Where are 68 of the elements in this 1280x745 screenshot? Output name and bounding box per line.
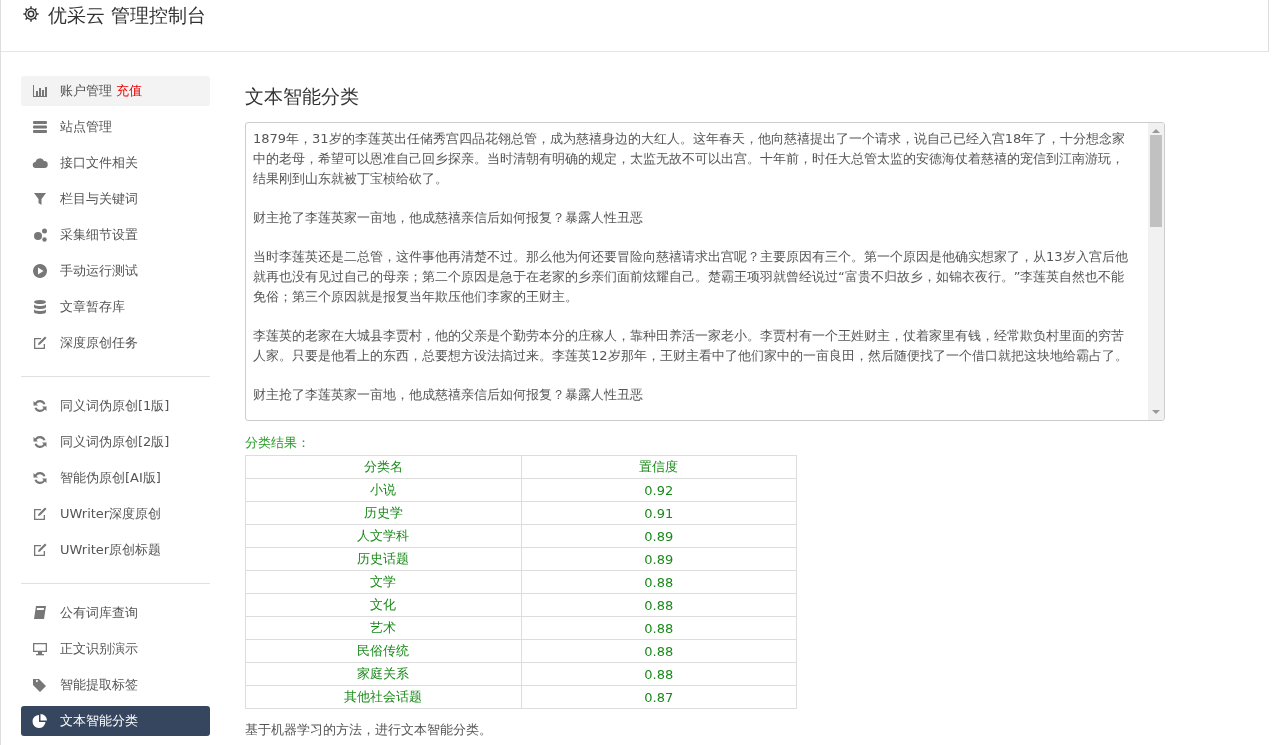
play-icon — [32, 263, 48, 279]
paragraph: 李莲英的老家在大城县李贾村，他的父亲是个勤劳本分的庄稼人，靠种田养活一家老小。李贾村有一个王姓财主，仗着家里有钱，经常欺负村里面的穷苦人家。只要是他看上的东西，总要想方设法搞过来。李莲英12岁那年，王财主看中了他们家中的一亩良田，然后随便找了一个借口就把这块地给霸占了。 — [253, 327, 1129, 365]
sidebar-item[interactable]: 文本智能分类 — [21, 706, 210, 736]
settings-icon — [22, 5, 40, 23]
sidebar-item[interactable]: 采集细节设置 — [21, 220, 210, 250]
refresh-icon — [32, 434, 48, 450]
cloud-upload-icon — [32, 155, 48, 171]
sidebar-item[interactable]: 文章暂存库 — [21, 292, 210, 322]
sidebar-item[interactable]: 正文识别演示 — [21, 634, 210, 664]
table-cell: 文化 — [245, 593, 521, 617]
table-cell: 小说 — [245, 478, 521, 502]
table-cell: 0.88 — [521, 662, 797, 686]
column-header: 分类名 — [245, 455, 521, 479]
table-cell: 艺术 — [245, 616, 521, 640]
table-cell: 民俗传统 — [245, 639, 521, 663]
server-icon — [32, 119, 48, 135]
sidebar-item[interactable]: 站点管理 — [21, 112, 210, 142]
table-cell: 0.92 — [521, 478, 797, 502]
console-title: 优采云 管理控制台 — [48, 3, 207, 27]
refresh-icon — [32, 470, 48, 486]
paragraph: 财主抢了李莲英家一亩地，他成慈禧亲信后如何报复？暴露人性丑恶 — [253, 209, 644, 227]
edit-icon — [32, 542, 48, 558]
paragraph: 当时李莲英还是二总管，这件事他再清楚不过。那么他为何还要冒险向慈禧请求出宫呢？主要原因有三个。第一个原因是他确实想家了，从13岁入宫后他就再也没有见过自己的母亲；第二个原因是急于在老家的乡亲们面前炫耀自己。楚霸王项羽就曾经说过“富贵不归故乡，如锦衣夜行。”李莲英自然也不能免俗；第三个原因就是报复当年欺压他们李家的王财主。 — [253, 248, 1129, 306]
table-cell: 0.88 — [521, 616, 797, 640]
recharge-link[interactable]: 充值 — [116, 82, 142, 100]
table-cell: 历史学 — [245, 501, 521, 525]
paragraph: 财主抢了李莲英家一亩地，他成慈禧亲信后如何报复？暴露人性丑恶 — [253, 386, 644, 404]
edit-icon — [32, 335, 48, 351]
sidebar-item[interactable]: 深度原创任务 — [21, 328, 210, 358]
sidebar-item[interactable]: 手动运行测试 — [21, 256, 210, 286]
paragraph: 1879年，31岁的李莲英出任储秀宫四品花翎总管，成为慈禧身边的大红人。这年春天，他向慈禧提出了一个请求，说自己已经入宫18年了，十分想念家中的老母，希望可以恩准自己回乡探亲。当时清朝有明确的规定，太监无故不可以出宫。十年前，时任大总管太监的安德海仗着慈禧的宠信到江南游玩，结果刚到山东就被丁宝桢给砍了。 — [253, 130, 1127, 188]
page-title: 文本智能分类 — [245, 84, 360, 109]
sidebar-item[interactable]: 智能伪原创[AI版] — [21, 463, 210, 493]
sidebar-item[interactable]: 接口文件相关 — [21, 148, 210, 178]
table-cell: 0.91 — [521, 501, 797, 525]
book-icon — [32, 605, 48, 621]
monitor-icon — [32, 641, 48, 657]
sidebar-item[interactable]: 智能提取标签 — [21, 670, 210, 700]
sidebar-item[interactable]: 公有词库查询 — [21, 598, 210, 628]
tag-icon — [32, 677, 48, 693]
description-text: 基于机器学习的方法，进行文本智能分类。 — [245, 721, 493, 739]
filter-icon — [32, 191, 48, 207]
table-cell: 其他社会话题 — [245, 685, 521, 709]
column-header: 置信度 — [521, 455, 797, 479]
edit-icon — [32, 506, 48, 522]
table-cell: 0.88 — [521, 593, 797, 617]
pie-icon — [32, 713, 48, 729]
table-cell: 0.88 — [521, 639, 797, 663]
result-label: 分类结果： — [245, 434, 311, 452]
sidebar-item[interactable]: 栏目与关键词 — [21, 184, 210, 214]
sidebar-item[interactable]: 同义词伪原创[1版] — [21, 391, 210, 421]
table-cell: 0.88 — [521, 570, 797, 594]
sidebar-item[interactable]: UWriter原创标题 — [21, 535, 210, 565]
scrollbar[interactable] — [1148, 123, 1164, 420]
table-cell: 家庭关系 — [245, 662, 521, 686]
table-cell: 人文学科 — [245, 524, 521, 548]
table-cell: 0.89 — [521, 547, 797, 571]
refresh-icon — [32, 398, 48, 414]
sidebar-item[interactable]: 同义词伪原创[2版] — [21, 427, 210, 457]
bar-chart-icon — [32, 83, 48, 99]
table-cell: 历史话题 — [245, 547, 521, 571]
table-cell: 0.87 — [521, 685, 797, 709]
text-input-area[interactable] — [245, 122, 1165, 421]
sidebar-item[interactable]: 账户管理 充值 — [21, 76, 210, 106]
table-cell: 0.89 — [521, 524, 797, 548]
sidebar-item[interactable]: UWriter深度原创 — [21, 499, 210, 529]
table-cell: 文学 — [245, 570, 521, 594]
database-icon — [32, 299, 48, 315]
